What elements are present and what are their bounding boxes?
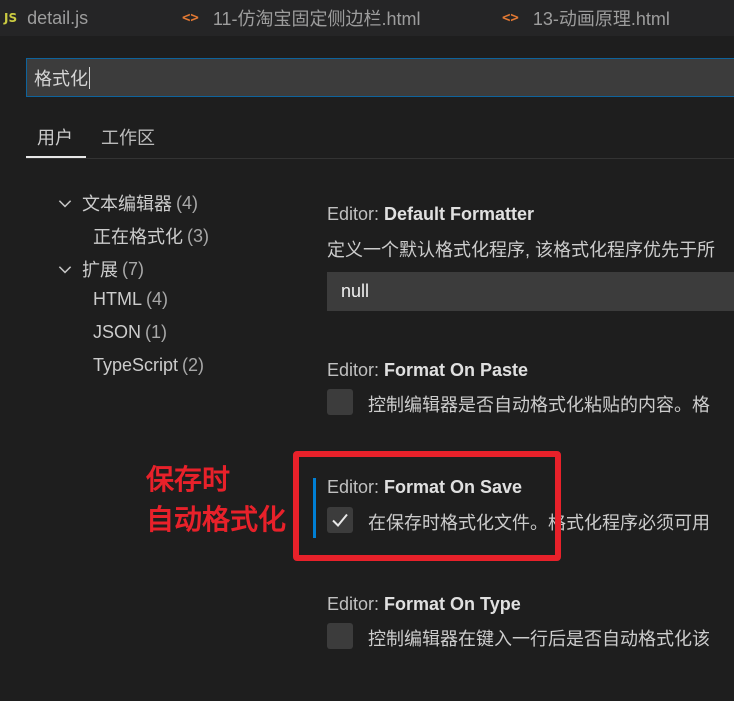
tab-label: detail.js	[27, 7, 89, 28]
annotation-highlight-box	[293, 451, 561, 561]
editor-tab-bar: JS detail.js <> 11-仿淘宝固定侧边栏.html <> 13-动…	[0, 0, 734, 36]
html-file-icon: <>	[502, 10, 519, 26]
active-tab-indicator	[26, 156, 86, 158]
tree-label: TypeScript	[93, 355, 179, 375]
annotation-text-line2: 自动格式化	[146, 503, 287, 536]
tree-count: (1)	[145, 322, 168, 342]
setting-name: Format On Type	[384, 594, 521, 614]
tree-item-extensions[interactable]: 扩展 (7)	[56, 256, 144, 282]
format-on-type-checkbox[interactable]	[327, 623, 353, 649]
tree-item-json[interactable]: JSON (1)	[93, 322, 167, 343]
tree-count: (4)	[146, 289, 168, 309]
format-on-paste-checkbox[interactable]	[327, 389, 353, 415]
tab-user[interactable]: 用户	[37, 124, 73, 150]
tree-label: JSON	[93, 322, 142, 342]
setting-description-format-on-paste: 控制编辑器是否自动格式化粘贴的内容。格	[368, 395, 710, 415]
tab-11-html[interactable]: <> 11-仿淘宝固定侧边栏.html	[182, 0, 421, 36]
tab-13-html[interactable]: <> 13-动画原理.html	[502, 0, 670, 36]
setting-category: Editor:	[327, 360, 385, 380]
scope-divider	[26, 158, 734, 159]
tab-workspace[interactable]: 工作区	[101, 124, 155, 150]
tree-item-formatting[interactable]: 正在格式化 (3)	[93, 223, 209, 249]
annotation-text-line1: 保存时	[146, 463, 231, 496]
tree-label: 文本编辑器	[82, 194, 172, 214]
setting-name: Format On Paste	[384, 360, 529, 380]
tree-count: (2)	[182, 355, 205, 375]
setting-description-default-formatter: 定义一个默认格式化程序, 该格式化程序优先于所	[327, 240, 715, 260]
chevron-down-icon	[58, 266, 72, 274]
tab-detail-js[interactable]: JS detail.js	[4, 0, 88, 36]
tree-item-typescript[interactable]: TypeScript (2)	[93, 355, 204, 376]
setting-description-format-on-type: 控制编辑器在键入一行后是否自动格式化该	[368, 629, 710, 649]
tree-item-text-editor[interactable]: 文本编辑器 (4)	[56, 190, 198, 216]
tab-label: 13-动画原理.html	[532, 9, 670, 29]
tree-item-html[interactable]: HTML (4)	[93, 289, 168, 310]
tree-count: (3)	[187, 225, 209, 246]
tree-count: (7)	[122, 258, 144, 279]
settings-search-input[interactable]: 格式化	[26, 58, 734, 97]
tree-count: (4)	[176, 192, 198, 213]
tree-label: 扩展	[82, 260, 118, 280]
setting-category: Editor:	[327, 594, 385, 614]
js-file-icon: JS	[4, 11, 18, 25]
tree-label: 正在格式化	[93, 227, 183, 247]
setting-title-format-on-paste: Editor: Format On Paste	[327, 360, 528, 381]
setting-title-format-on-type: Editor: Format On Type	[327, 594, 521, 615]
select-value: null	[341, 281, 370, 301]
tree-label: HTML	[93, 289, 142, 309]
setting-name: Default Formatter	[384, 204, 535, 224]
search-value: 格式化	[34, 68, 88, 89]
setting-title-default-formatter: Editor: Default Formatter	[327, 204, 534, 225]
default-formatter-select[interactable]: null	[327, 272, 734, 311]
html-file-icon: <>	[182, 10, 199, 26]
tab-label: 11-仿淘宝固定侧边栏.html	[212, 9, 421, 29]
setting-category: Editor:	[327, 204, 385, 224]
text-caret	[89, 66, 90, 89]
chevron-down-icon	[58, 200, 72, 208]
